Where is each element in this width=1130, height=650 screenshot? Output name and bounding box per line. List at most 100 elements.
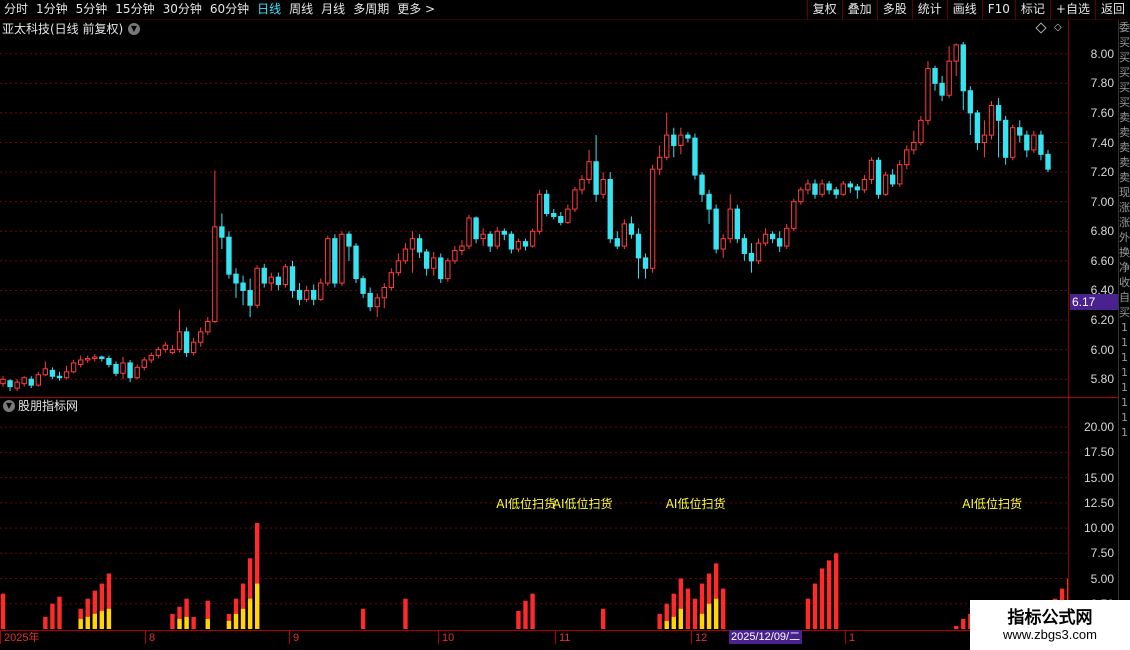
side-label: 换 (1119, 246, 1130, 259)
signal-label: AI低位扫货 (962, 496, 1023, 511)
candle-body (755, 242, 762, 262)
candle-body (515, 241, 522, 250)
candle-body (99, 356, 105, 359)
candle-body (332, 238, 338, 284)
candle-body (649, 168, 656, 269)
indicator-tick-label: 7.50 (1090, 546, 1114, 561)
candle-body (367, 292, 373, 308)
candle-body (628, 223, 635, 235)
candle-body (480, 233, 486, 240)
side-label: 买 (1119, 51, 1130, 64)
candle-body (113, 363, 119, 374)
indicator-bar-red (600, 608, 606, 629)
candle-body (28, 378, 34, 386)
top-toolbar: 分时 1分钟 5分钟 15分钟 30分钟 60分钟 日线 周线 月线 多周期 更多 > 复权 叠加 多股… (0, 0, 1130, 20)
candle-body (635, 233, 642, 259)
candle-body (833, 189, 839, 195)
tool-button-2[interactable]: 多股 (876, 0, 912, 20)
candle-body (875, 159, 882, 195)
candle-body (889, 174, 896, 185)
period-tab-2[interactable]: 5分钟 (72, 0, 112, 20)
candle-body (946, 60, 952, 96)
panel-divider[interactable] (0, 397, 1118, 398)
tool-button-7[interactable]: +自选 (1049, 0, 1095, 20)
tool-button-3[interactable]: 统计 (911, 0, 947, 20)
indicator-bar-red (191, 616, 196, 629)
candle-body (988, 105, 995, 136)
indicator-tick-label: 15.00 (1083, 470, 1114, 485)
candle-body (282, 266, 289, 286)
candle-body (713, 208, 719, 250)
tool-button-0[interactable]: 复权 (806, 0, 842, 20)
side-label: 1 (1121, 366, 1128, 379)
side-label: 买 (1119, 36, 1130, 49)
indicator-title: 股朋指标网 (18, 399, 79, 413)
period-tab-7[interactable]: 周线 (285, 0, 317, 20)
chevron-down-icon[interactable]: ▼ (3, 400, 15, 412)
time-axis: 2025年 8 9 10 11 12 1 (0, 630, 1068, 645)
period-tab-1[interactable]: 1分钟 (32, 0, 72, 20)
indicator-bar-red (721, 588, 726, 629)
candle-body (918, 119, 924, 144)
indicator-bar-red (170, 613, 175, 629)
price-tick-label: 6.60 (1090, 253, 1114, 268)
period-tab-8[interactable]: 月线 (317, 0, 349, 20)
candle-body (868, 159, 875, 180)
side-label: 1 (1121, 336, 1128, 349)
candle-body (289, 266, 296, 291)
candle-body (360, 278, 366, 294)
indicator-bar-red (530, 593, 535, 629)
tool-button-5[interactable]: F10 (981, 0, 1015, 20)
candle-body (416, 238, 423, 253)
candle-body (183, 331, 190, 354)
candle-body (706, 193, 712, 210)
period-tab-9[interactable]: 多周期 (349, 0, 393, 20)
candle-body (176, 331, 183, 351)
period-tab-6[interactable]: 日线 (253, 0, 285, 20)
candle-body (303, 289, 310, 300)
tool-button-8[interactable]: 返回 (1094, 0, 1130, 20)
candle-body (296, 289, 303, 300)
candle-body (1045, 153, 1051, 170)
candle-body (134, 366, 140, 379)
tool-button-6[interactable]: 标记 (1014, 0, 1050, 20)
candle-body (925, 68, 931, 121)
indicator-bar-red (360, 608, 366, 629)
chevron-down-icon[interactable]: ▼ (128, 23, 140, 35)
side-label: 卖 (1119, 156, 1130, 169)
candle-body (847, 183, 853, 188)
candle-body (120, 362, 126, 374)
indicator-bar-red (43, 616, 48, 629)
indicator-bar-yellow (255, 583, 260, 629)
indicator-tick-label: 10.00 (1083, 521, 1114, 536)
candle-body (522, 241, 529, 247)
candle-body (621, 223, 628, 247)
side-label: 净 (1119, 261, 1130, 274)
time-axis-label: 2025年 (0, 631, 39, 645)
period-tab-5[interactable]: 60分钟 (206, 0, 253, 20)
collapse-icon[interactable]: ◇ (1054, 22, 1062, 33)
indicator-bar-yellow (99, 610, 105, 629)
tool-button-4[interactable]: 画线 (946, 0, 982, 20)
candle-body (1038, 134, 1044, 155)
indicator-bar-yellow (184, 616, 189, 629)
period-tab-3[interactable]: 15分钟 (111, 0, 158, 20)
candle-body (854, 186, 861, 191)
candle-body (438, 257, 444, 280)
candle-body (56, 375, 63, 379)
tool-button-1[interactable]: 叠加 (841, 0, 877, 20)
stock-title: 亚太科技(日线 前复权) (2, 22, 124, 36)
period-tab-0[interactable]: 分时 (0, 0, 32, 20)
candle-body (536, 193, 543, 232)
period-tab-10[interactable]: 更多 > (393, 0, 439, 20)
candle-body (607, 178, 613, 240)
candle-body (212, 226, 218, 323)
indicator-tick-label: 12.50 (1083, 495, 1114, 510)
period-tab-4[interactable]: 30分钟 (159, 0, 206, 20)
candle-body (671, 134, 677, 146)
side-label: 买 (1119, 66, 1130, 79)
candle-body (49, 369, 56, 377)
candle-body (579, 178, 585, 191)
indicator-bar-yellow (233, 613, 239, 629)
indicator-bar-yellow (713, 598, 719, 629)
